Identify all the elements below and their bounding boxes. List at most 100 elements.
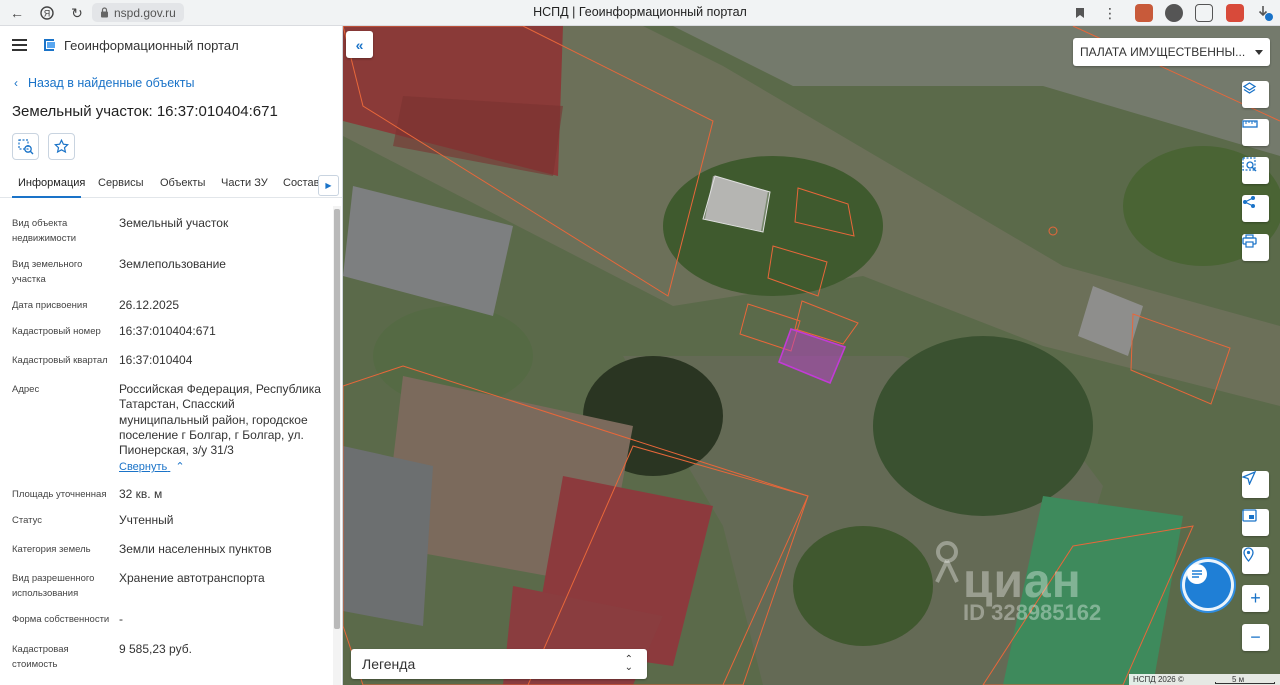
svg-text:Я: Я [44,9,51,19]
lock-icon [101,7,108,18]
object-title: Земельный участок: 16:37:010404:671 [12,103,278,120]
scrollbar-thumb[interactable] [334,209,340,629]
legend-toggle[interactable]: Легенда ⌃ ⌄ [351,649,647,679]
tab-composition[interactable]: Состав [283,177,319,189]
more-menu-icon[interactable]: ⋮ [1100,3,1120,23]
minus-icon: − [1250,627,1261,647]
extension-icon[interactable] [1135,4,1153,22]
menu-icon[interactable] [12,39,27,51]
yandex-logo-icon[interactable]: Я [37,3,57,23]
attribute-label: Вид разрешенного использования [12,573,95,599]
collapse-address-link[interactable]: Свернуть ⌃ [119,460,185,473]
browser-toolbar: ← Я ↻ nspd.gov.ru НСПД | Геоинформационн… [0,0,1280,26]
tab-parcel-parts[interactable]: Части ЗУ [221,177,268,189]
attribute-label: Площадь уточненная [12,489,107,500]
legend-label: Легенда [362,656,416,672]
zoom-in-button[interactable]: + [1242,585,1269,612]
share-button[interactable] [1242,195,1269,222]
attribute-label: Кадастровая стоимость [12,644,69,670]
select-area-button[interactable] [1242,157,1269,184]
layers-icon [1242,82,1257,94]
sort-arrows-icon: ⌃ ⌄ [624,654,633,673]
minimap-icon [1242,509,1257,522]
zoom-to-object-button[interactable] [12,133,39,160]
back-arrow-icon[interactable]: ← [7,3,27,23]
ruler-icon [1242,120,1258,128]
url-text: nspd.gov.ru [114,5,176,20]
attribute-value: 32 кв. м [119,487,163,501]
attribute-value: Учтенный [119,513,174,527]
chevron-left-icon: ‹ [14,76,18,90]
double-chevron-left-icon: « [355,36,364,53]
back-link-label: Назад в найденные объекты [28,76,195,90]
attribute-label: Форма собственности [12,614,110,625]
chat-support-button[interactable] [1185,562,1231,608]
chevron-up-icon: ⌃ [175,461,185,473]
collapse-panel-button[interactable]: « [346,31,373,58]
print-button[interactable] [1242,234,1269,261]
attribute-label: Кадастровый номер [12,326,101,337]
attribute-label: Адрес [12,384,40,395]
geolocate-button[interactable] [1242,547,1269,574]
minimap-button[interactable] [1242,509,1269,536]
layer-select-value: ПАЛАТА ИМУЩЕСТВЕННЫ... [1080,45,1246,59]
star-icon [54,139,69,154]
layer-select[interactable]: ПАЛАТА ИМУЩЕСТВЕННЫ... [1073,38,1270,66]
locate-object-icon [17,138,33,154]
attribute-label: Статус [12,515,43,526]
location-pin-icon [1243,547,1254,562]
satellite-imagery [343,26,1280,685]
map-copyright: НСПД 2026 © 5 м [1129,674,1280,685]
attribute-value: Хранение автотранспорта [119,571,265,585]
map-view[interactable]: « ПАЛАТА ИМУЩЕСТВЕННЫ... + − циан ID 328… [343,26,1280,685]
attribute-value: 16:37:010404:671 [119,324,216,338]
attribute-value: - [119,612,123,626]
attribute-value: Земельный участок [119,216,229,230]
navigation-arrow-icon [1242,471,1256,485]
favorite-button[interactable] [48,133,75,160]
attribute-value: 26.12.2025 [119,298,180,312]
area-search-icon [1242,157,1257,172]
caret-right-icon: ▶ [325,181,332,190]
watermark-id: ID 328985162 [963,600,1102,625]
tab-objects[interactable]: Объекты [160,177,205,189]
extension-icon[interactable] [1226,4,1244,22]
attribute-label: Категория земель [12,544,91,555]
extensions-puzzle-icon[interactable] [1195,4,1213,22]
attribute-label: Вид земельного участка [12,259,83,285]
portal-title: Геоинформационный портал [64,38,239,53]
back-to-results-link[interactable]: ‹ Назад в найденные объекты [14,76,194,90]
address-bar[interactable]: nspd.gov.ru [92,3,184,22]
measure-button[interactable] [1242,119,1269,146]
bookmark-icon[interactable] [1070,3,1090,23]
portal-logo-icon [44,39,55,51]
attribute-value: 16:37:010404 [119,353,193,367]
attribute-value: 9 585,23 руб. [119,642,192,656]
object-info-panel: Геоинформационный портал ‹ Назад в найде… [0,26,343,685]
tab-information[interactable]: Информация [18,177,85,189]
tabs-scroll-right-button[interactable]: ▶ [318,175,339,196]
reload-icon[interactable]: ↻ [67,3,87,23]
attribute-value: Землепользование [119,257,226,271]
chat-icon [1187,564,1207,584]
extension-icon[interactable] [1165,4,1183,22]
share-icon [1243,196,1255,208]
chevron-down-icon [1255,50,1263,55]
info-tabs: Информация Сервисы Объекты Части ЗУ Сост… [0,172,342,198]
layers-button[interactable] [1242,81,1269,108]
copyright-text: НСПД 2026 © [1133,675,1184,684]
zoom-out-button[interactable]: − [1242,624,1269,651]
tab-services[interactable]: Сервисы [98,177,144,189]
scale-bar [1215,682,1275,684]
active-tab-indicator [12,196,81,198]
printer-icon [1242,234,1257,248]
attribute-label: Дата присвоения [12,300,88,311]
downloads-icon[interactable] [1256,4,1274,22]
address-value: Российская Федерация, Республика Татарст… [119,382,321,458]
collapse-label: Свернуть [119,461,168,473]
my-location-button[interactable] [1242,471,1269,498]
plus-icon: + [1250,588,1261,608]
attribute-value: Земли населенных пунктов [119,542,272,556]
attribute-label: Вид объекта недвижимости [12,218,77,244]
watermark-pin-icon [935,541,959,583]
